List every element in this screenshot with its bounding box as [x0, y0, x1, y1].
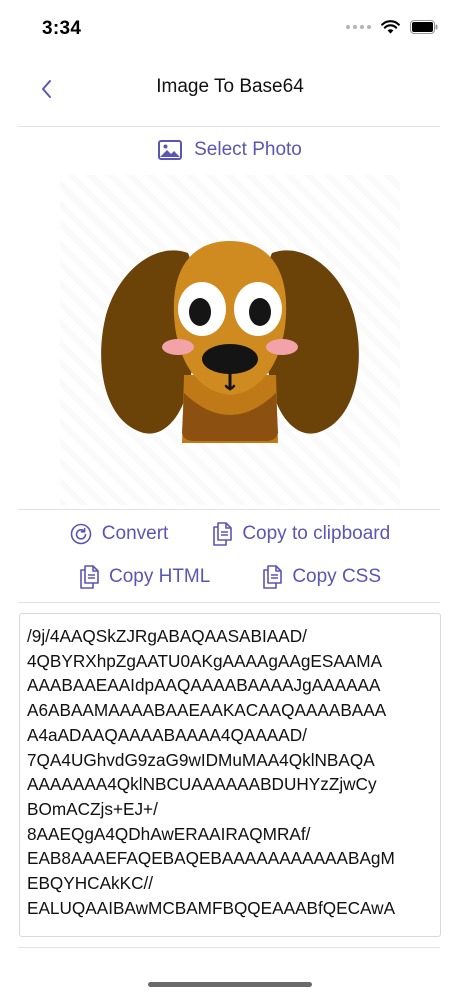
- refresh-icon: [70, 523, 92, 545]
- convert-label: Convert: [101, 523, 169, 544]
- select-photo-button[interactable]: Select Photo: [0, 134, 460, 166]
- page-title: Image To Base64: [156, 76, 304, 97]
- divider: [18, 602, 440, 603]
- copy-clipboard-button[interactable]: Copy to clipboard: [212, 520, 390, 548]
- battery-icon: [410, 20, 438, 34]
- convert-button[interactable]: Convert: [70, 520, 169, 548]
- copy-icon: [80, 565, 99, 589]
- copy-html-button[interactable]: Copy HTML: [79, 563, 210, 591]
- copy-html-label: Copy HTML: [108, 566, 211, 587]
- copy-icon: [263, 565, 283, 589]
- wifi-icon: [381, 20, 400, 34]
- photo-icon: [158, 140, 183, 160]
- dog-face-image: [101, 241, 359, 443]
- copy-icon: [213, 522, 233, 546]
- copy-css-label: Copy CSS: [292, 566, 382, 587]
- status-bar: 3:34: [0, 0, 460, 58]
- base64-output-text: /9j/4AAQSkZJRgABAQAASABIAAD/ 4QBYRXhpZgA…: [27, 626, 396, 918]
- divider: [18, 947, 440, 948]
- copy-css-button[interactable]: Copy CSS: [262, 563, 381, 591]
- action-row-secondary: Copy HTML Copy CSS: [0, 563, 460, 591]
- status-icons: [346, 20, 438, 34]
- copy-clipboard-label: Copy to clipboard: [242, 523, 391, 544]
- home-indicator[interactable]: [148, 982, 312, 987]
- action-row-primary: Convert Copy to clipboard: [0, 520, 460, 548]
- divider: [18, 126, 440, 127]
- divider: [18, 509, 440, 510]
- select-photo-label: Select Photo: [194, 139, 302, 160]
- selected-image-preview: [60, 175, 400, 505]
- signal-dots-icon: [346, 25, 371, 29]
- status-time: 3:34: [42, 18, 82, 39]
- base64-output-textarea[interactable]: /9j/4AAQSkZJRgABAQAASABIAAD/ 4QBYRXhpZgA…: [19, 613, 441, 937]
- nav-bar: Image To Base64: [0, 58, 460, 122]
